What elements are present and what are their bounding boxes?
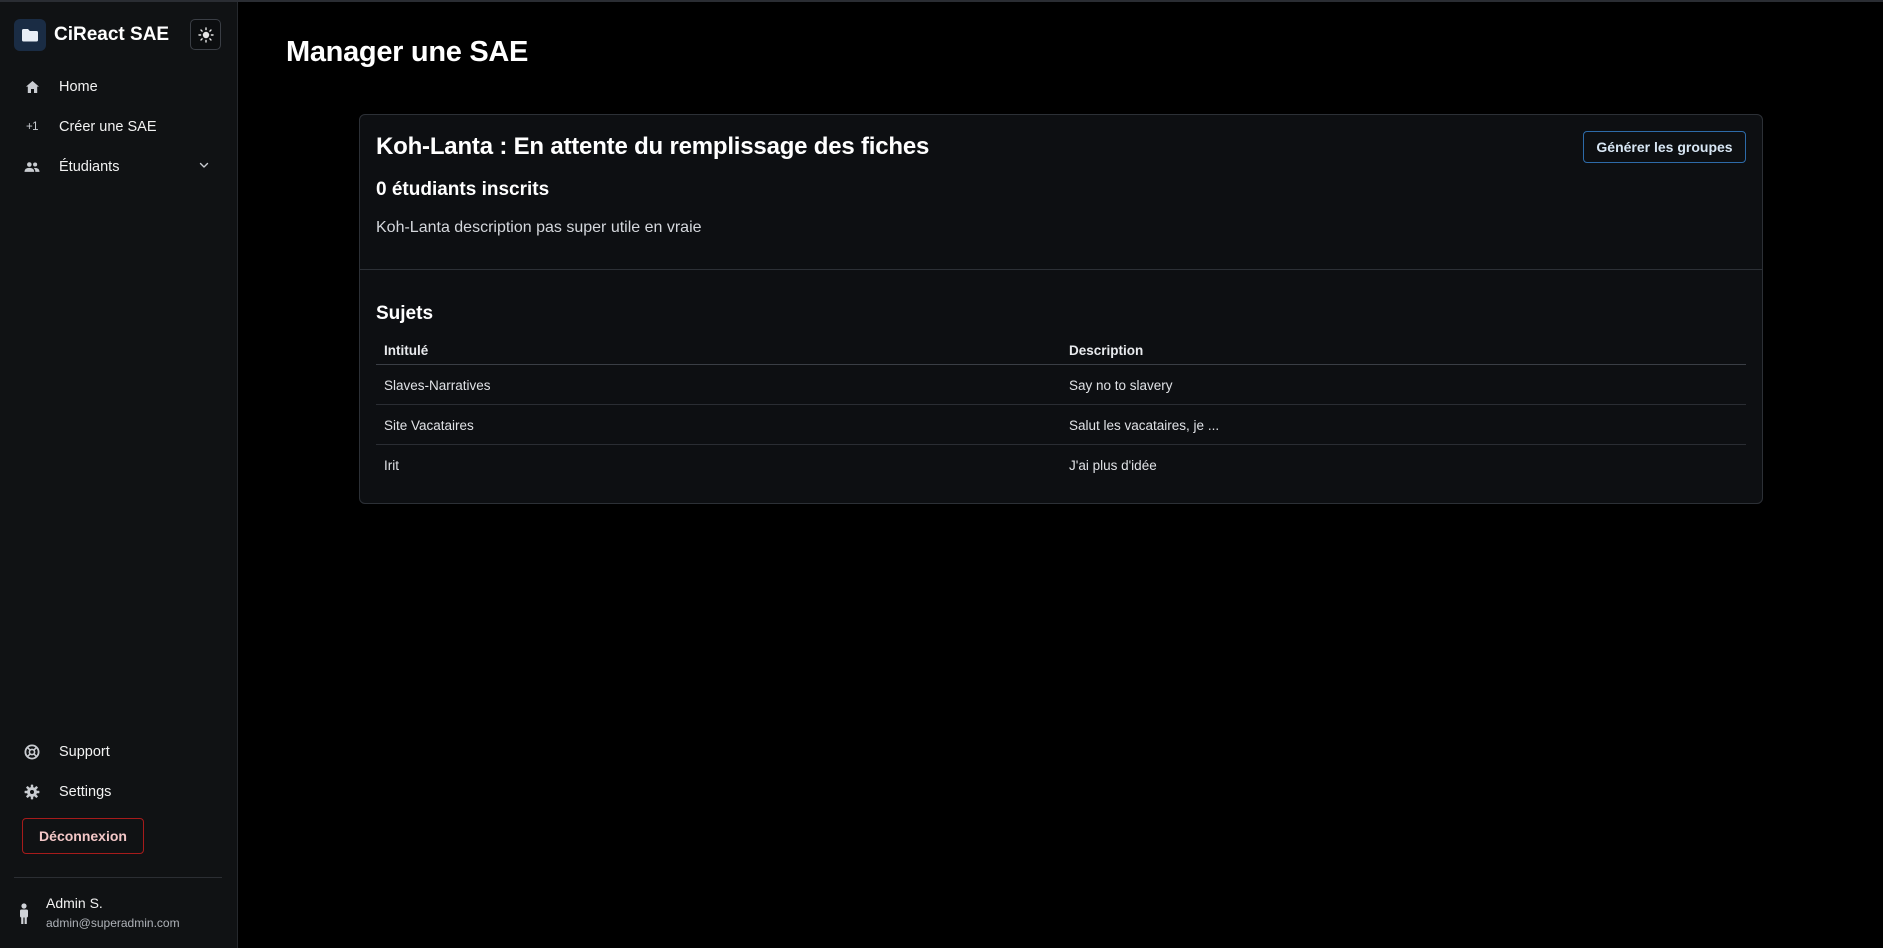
sidebar-item-home[interactable]: Home: [14, 70, 224, 104]
sidebar-item-label: Étudiants: [59, 159, 120, 175]
sidebar-item-label: Support: [59, 744, 110, 760]
subjects-table: Intitulé Description Slaves-Narratives S…: [376, 336, 1746, 485]
column-header-intitule: Intitulé: [384, 343, 429, 358]
sidebar-item-label: Home: [59, 79, 98, 95]
enrolled-count: 0 étudiants inscrits: [376, 179, 550, 200]
subjects-heading: Sujets: [376, 303, 434, 324]
sae-title: Koh-Lanta : En attente du remplissage de…: [376, 133, 930, 160]
table-cell: J'ai plus d'idée: [1069, 458, 1157, 473]
sidebar-item-label: Settings: [59, 784, 112, 800]
sidebar: CiReact SAE Home +1 Créer une SAE Étudia…: [0, 2, 238, 948]
divider: [360, 269, 1762, 270]
people-icon: [24, 159, 40, 175]
sidebar-item-create-sae[interactable]: +1 Créer une SAE: [14, 110, 224, 144]
app-title: CiReact SAE: [54, 24, 170, 45]
folder-icon: [14, 19, 46, 51]
divider: [14, 877, 222, 878]
gear-icon: [24, 784, 40, 800]
theme-toggle-button[interactable]: [190, 19, 221, 50]
user-name: Admin S.: [46, 895, 103, 911]
support-icon: [24, 744, 40, 760]
sae-description: Koh-Lanta description pas super utile en…: [376, 219, 702, 236]
plus-one-icon: +1: [25, 121, 39, 133]
column-header-description: Description: [1069, 343, 1144, 358]
user-email: admin@superadmin.com: [46, 916, 180, 930]
top-border: [0, 0, 1883, 2]
home-icon: [24, 79, 40, 95]
sidebar-item-etudiants[interactable]: Étudiants: [14, 150, 224, 184]
chevron-down-icon[interactable]: [198, 159, 210, 175]
table-header: Intitulé Description: [376, 336, 1746, 365]
table-cell: Salut les vacataires, je ...: [1069, 418, 1220, 433]
table-cell: Slaves-Narratives: [384, 378, 491, 393]
page-title: Manager une SAE: [286, 36, 529, 68]
sidebar-item-settings[interactable]: Settings: [14, 775, 224, 809]
sae-card: Koh-Lanta : En attente du remplissage de…: [359, 114, 1763, 504]
table-row[interactable]: Slaves-Narratives Say no to slavery: [376, 365, 1746, 405]
person-icon: [18, 903, 30, 930]
user-profile[interactable]: Admin S. admin@superadmin.com: [18, 895, 228, 935]
table-cell: Say no to slavery: [1069, 378, 1173, 393]
table-cell: Site Vacataires: [384, 418, 474, 433]
logout-button[interactable]: Déconnexion: [22, 818, 144, 854]
sidebar-item-support[interactable]: Support: [14, 735, 224, 769]
table-row[interactable]: Irit J'ai plus d'idée: [376, 445, 1746, 485]
sun-icon: [197, 26, 214, 43]
sidebar-item-label: Créer une SAE: [59, 119, 157, 135]
generate-groups-button[interactable]: Générer les groupes: [1583, 131, 1746, 163]
table-row[interactable]: Site Vacataires Salut les vacataires, je…: [376, 405, 1746, 445]
table-cell: Irit: [384, 458, 399, 473]
